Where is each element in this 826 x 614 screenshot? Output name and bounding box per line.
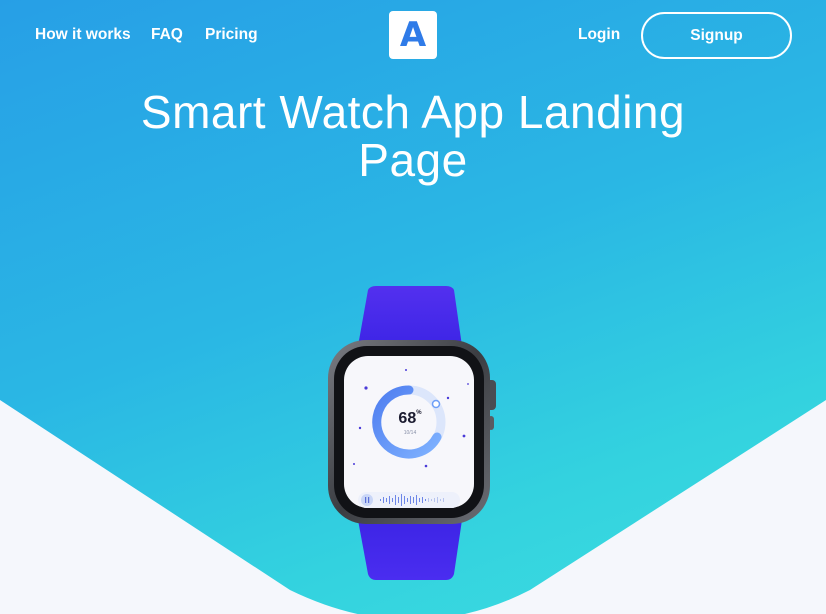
top-navigation: How it works FAQ Pricing A Login Signup xyxy=(0,0,826,72)
signup-button[interactable]: Signup xyxy=(641,12,792,59)
watch-sub-label: 10/14 xyxy=(403,430,417,436)
watch-value-unit: % xyxy=(416,410,422,416)
audio-control-bar xyxy=(358,492,460,508)
play-pause-icon xyxy=(361,494,373,506)
nav-link-how-it-works[interactable]: How it works xyxy=(35,26,131,44)
watch-strap-bottom xyxy=(358,520,462,580)
watch-value: 68% xyxy=(396,410,424,428)
logo-letter: A xyxy=(399,15,427,55)
brand-logo[interactable]: A xyxy=(389,11,437,59)
hero-title: Smart Watch App Landing Page xyxy=(140,86,686,186)
watch-value-number: 68 xyxy=(398,410,417,427)
watch-strap-top xyxy=(358,286,462,346)
nav-link-faq[interactable]: FAQ xyxy=(151,26,183,44)
nav-link-pricing[interactable]: Pricing xyxy=(205,26,258,44)
login-link[interactable]: Login xyxy=(578,26,620,44)
